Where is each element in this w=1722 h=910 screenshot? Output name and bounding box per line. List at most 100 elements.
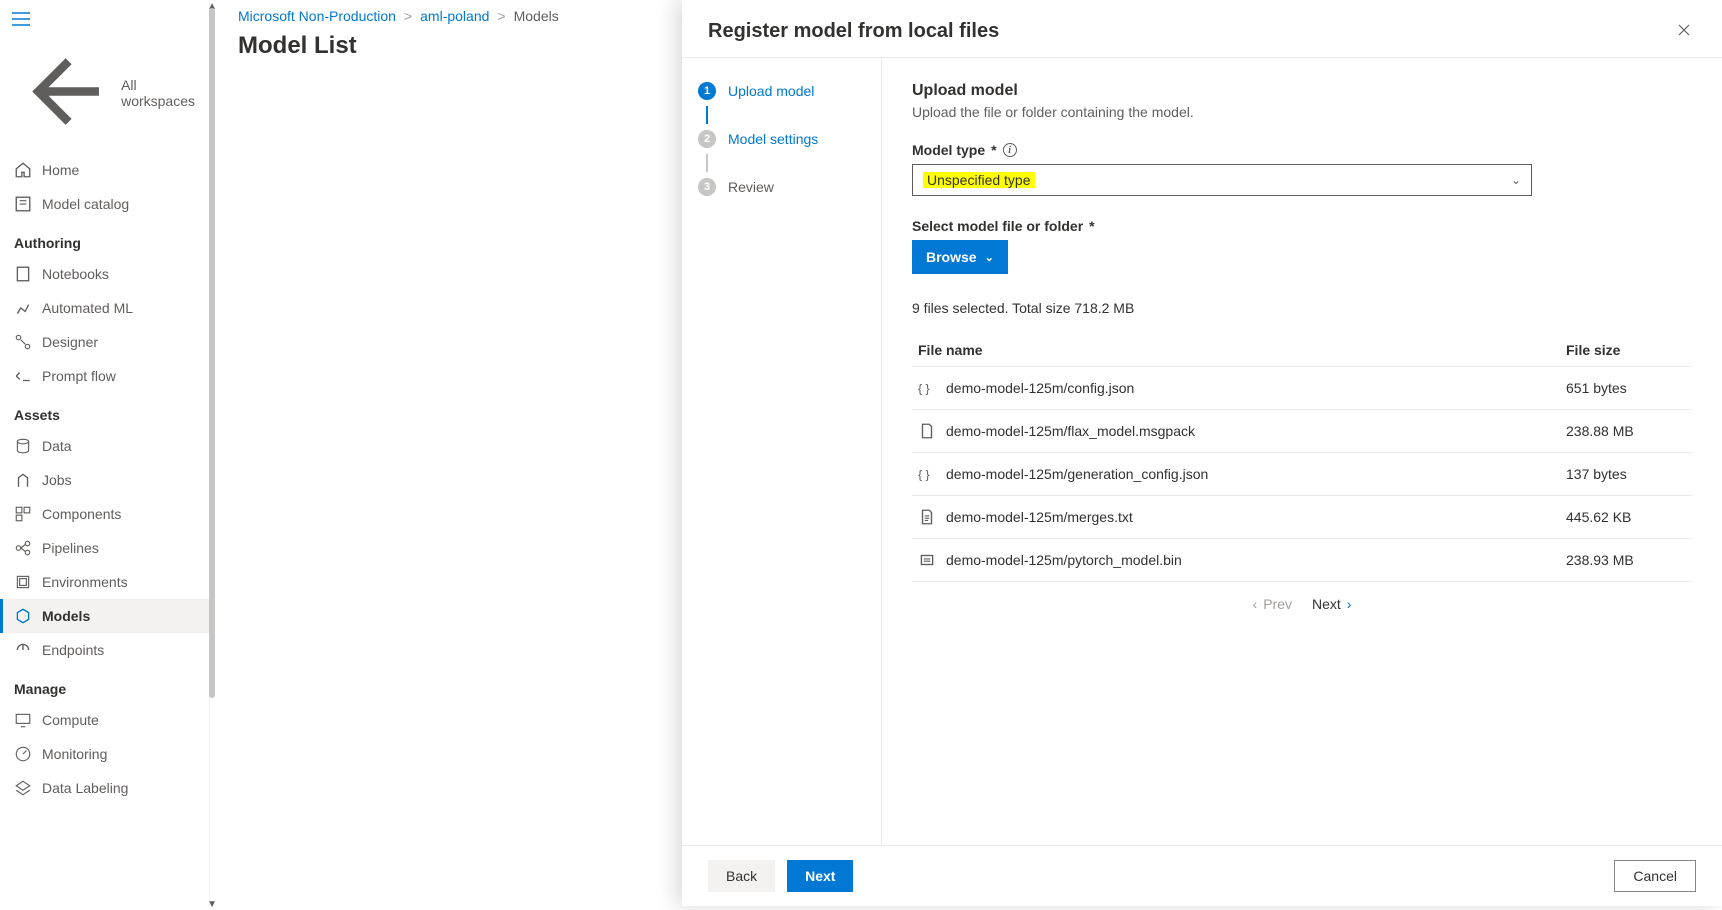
all-workspaces-link[interactable]: All workspaces <box>0 33 209 153</box>
prompt-icon <box>14 367 32 385</box>
browse-button-label: Browse <box>926 249 977 265</box>
hamburger-icon <box>12 12 30 29</box>
panel-footer: Back Next Cancel <box>682 845 1722 906</box>
table-row[interactable]: demo-model-125m/pytorch_model.bin238.93 … <box>912 539 1692 582</box>
sidebar-item-endpoints[interactable]: Endpoints <box>0 633 209 667</box>
stepper: 1 Upload model 2 Model settings 3 Review <box>682 58 882 845</box>
sidebar-item-jobs[interactable]: Jobs <box>0 463 209 497</box>
next-page-button[interactable]: Next › <box>1312 596 1351 612</box>
sidebar-item-label: Models <box>42 608 90 624</box>
table-row[interactable]: demo-model-125m/flax_model.msgpack238.88… <box>912 410 1692 453</box>
file-type-icon <box>918 551 936 569</box>
model-type-dropdown[interactable]: Unspecified type ⌄ <box>912 164 1532 196</box>
sidebar-item-label: Monitoring <box>42 746 107 762</box>
sidebar-item-label: Compute <box>42 712 99 728</box>
step-label: Upload model <box>728 83 814 99</box>
cancel-button[interactable]: Cancel <box>1614 860 1696 892</box>
main-content: Microsoft Non-Production > aml-poland > … <box>210 0 1722 906</box>
sidebar-item-compute[interactable]: Compute <box>0 703 209 737</box>
file-size-cell: 137 bytes <box>1566 466 1686 482</box>
table-row[interactable]: { } demo-model-125m/config.json651 bytes <box>912 367 1692 410</box>
file-type-icon: { } <box>918 465 936 483</box>
browse-button[interactable]: Browse ⌄ <box>912 240 1008 274</box>
file-name-cell: demo-model-125m/config.json <box>946 380 1566 396</box>
components-icon <box>14 505 32 523</box>
sidebar-item-label: Pipelines <box>42 540 99 556</box>
file-name-cell: demo-model-125m/generation_config.json <box>946 466 1566 482</box>
sidebar-item-environments[interactable]: Environments <box>0 565 209 599</box>
sidebar-item-label: Home <box>42 162 79 178</box>
sidebar-item-home[interactable]: Home <box>0 153 209 187</box>
table-row[interactable]: { } demo-model-125m/generation_config.jso… <box>912 453 1692 496</box>
sidebar-item-label: Endpoints <box>42 642 104 658</box>
catalog-icon <box>14 195 32 213</box>
breadcrumb-link-1[interactable]: Microsoft Non-Production <box>238 8 396 24</box>
labeling-icon <box>14 779 32 797</box>
file-name-cell: demo-model-125m/pytorch_model.bin <box>946 552 1566 568</box>
file-name-cell: demo-model-125m/flax_model.msgpack <box>946 423 1566 439</box>
sidebar-item-model-catalog[interactable]: Model catalog <box>0 187 209 221</box>
sidebar-item-components[interactable]: Components <box>0 497 209 531</box>
file-type-icon <box>918 422 936 440</box>
environments-icon <box>14 573 32 591</box>
select-file-label: Select model file or folder * <box>912 218 1692 234</box>
breadcrumb-link-2[interactable]: aml-poland <box>420 8 489 24</box>
column-file-name: File name <box>918 342 1566 358</box>
step-number-icon: 2 <box>698 130 716 148</box>
step-model-settings[interactable]: 2 Model settings <box>698 130 865 148</box>
file-type-icon: { } <box>918 379 936 397</box>
chevron-down-icon: ⌄ <box>1511 173 1521 187</box>
sidebar-item-models[interactable]: Models <box>0 599 209 633</box>
next-button[interactable]: Next <box>787 860 853 892</box>
register-model-panel: Register model from local files 1 Upload… <box>682 0 1722 906</box>
file-size-cell: 651 bytes <box>1566 380 1686 396</box>
sidebar-item-data[interactable]: Data <box>0 429 209 463</box>
chevron-right-icon: › <box>1347 596 1352 612</box>
monitoring-icon <box>14 745 32 763</box>
file-table: File name File size { } demo-model-125m/c… <box>912 334 1692 582</box>
sidebar-item-data-labeling[interactable]: Data Labeling <box>0 771 209 805</box>
file-type-icon <box>918 508 936 526</box>
selection-summary: 9 files selected. Total size 718.2 MB <box>912 300 1692 316</box>
dropdown-selected-value: Unspecified type <box>923 172 1035 188</box>
svg-text:{ }: { } <box>918 468 930 482</box>
step-connector <box>706 106 708 124</box>
breadcrumb-current: Models <box>514 8 559 24</box>
step-upload-model[interactable]: 1 Upload model <box>698 82 865 100</box>
section-heading: Upload model <box>912 82 1692 100</box>
table-row[interactable]: demo-model-125m/merges.txt445.62 KB <box>912 496 1692 539</box>
file-size-cell: 238.88 MB <box>1566 423 1686 439</box>
models-icon <box>14 607 32 625</box>
file-name-cell: demo-model-125m/merges.txt <box>946 509 1566 525</box>
hamburger-menu[interactable] <box>0 8 209 33</box>
sidebar-item-label: Automated ML <box>42 300 133 316</box>
sidebar-item-label: Prompt flow <box>42 368 116 384</box>
close-button[interactable] <box>1672 18 1696 45</box>
sidebar-item-designer[interactable]: Designer <box>0 325 209 359</box>
chevron-down-icon: ⌄ <box>985 251 994 264</box>
file-size-cell: 238.93 MB <box>1566 552 1686 568</box>
sidebar-item-label: Components <box>42 506 121 522</box>
breadcrumb-separator: > <box>497 8 505 24</box>
sidebar-item-prompt-flow[interactable]: Prompt flow <box>0 359 209 393</box>
pipelines-icon <box>14 539 32 557</box>
jobs-icon <box>14 471 32 489</box>
compute-icon <box>14 711 32 729</box>
column-file-size: File size <box>1566 342 1686 358</box>
info-icon[interactable]: i <box>1003 143 1017 157</box>
sidebar-item-notebooks[interactable]: Notebooks <box>0 257 209 291</box>
home-icon <box>14 161 32 179</box>
automl-icon <box>14 299 32 317</box>
sidebar-item-monitoring[interactable]: Monitoring <box>0 737 209 771</box>
close-icon <box>1676 25 1692 41</box>
sidebar: All workspaces Home Model catalog Author… <box>0 0 210 906</box>
sidebar-item-automated-ml[interactable]: Automated ML <box>0 291 209 325</box>
sidebar-item-label: Notebooks <box>42 266 109 282</box>
notebook-icon <box>14 265 32 283</box>
back-button[interactable]: Back <box>708 860 775 892</box>
arrow-left-icon <box>14 43 111 143</box>
sidebar-item-pipelines[interactable]: Pipelines <box>0 531 209 565</box>
step-number-icon: 3 <box>698 178 716 196</box>
sidebar-item-label: Model catalog <box>42 196 129 212</box>
prev-page-button: ‹ Prev <box>1253 596 1292 612</box>
